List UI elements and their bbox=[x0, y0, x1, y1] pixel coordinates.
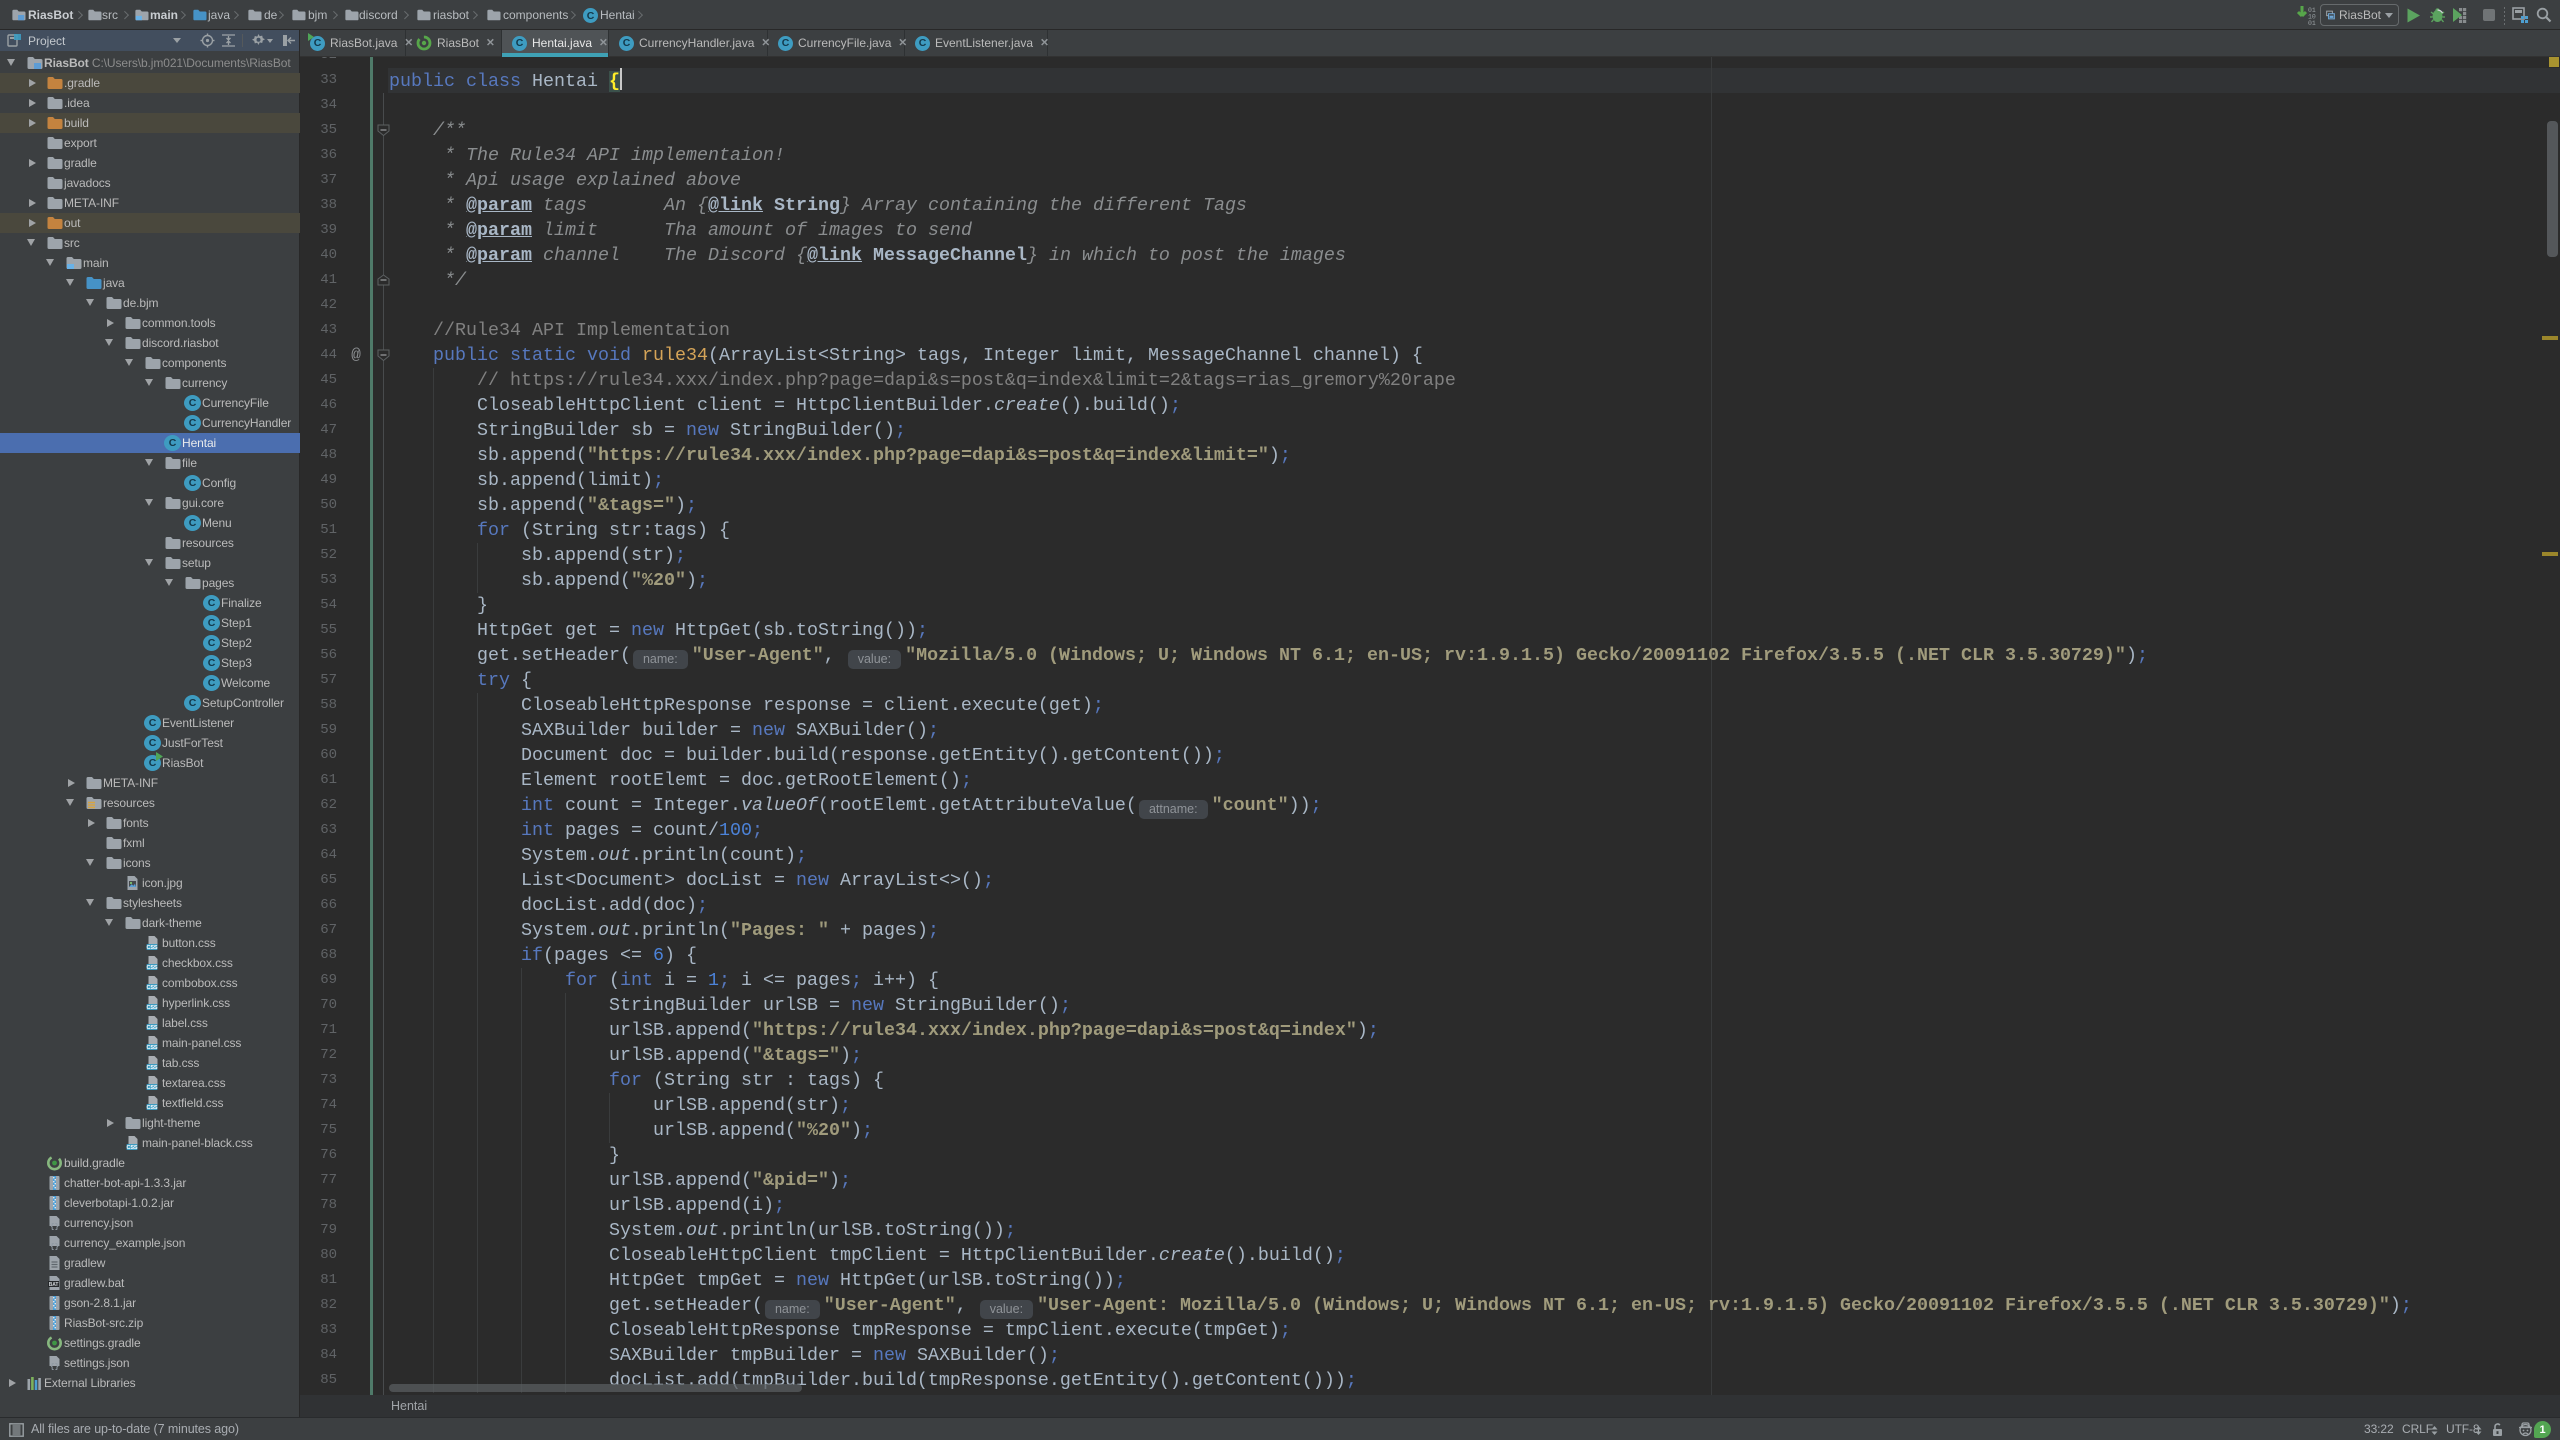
svg-text:CSS: CSS bbox=[126, 1145, 137, 1151]
svg-text:CSS: CSS bbox=[146, 1025, 157, 1031]
svg-text:CSS: CSS bbox=[146, 965, 157, 971]
svg-text:CSS: CSS bbox=[146, 1105, 157, 1111]
svg-text:{}: {} bbox=[50, 1244, 59, 1252]
svg-text:{}: {} bbox=[50, 1224, 59, 1232]
svg-text:CSS: CSS bbox=[146, 1005, 157, 1011]
svg-text:CSS: CSS bbox=[146, 1085, 157, 1091]
svg-text:01: 01 bbox=[2308, 20, 2316, 26]
svg-text:BAT: BAT bbox=[49, 1282, 59, 1288]
svg-text:CSS: CSS bbox=[146, 1065, 157, 1071]
svg-text:CSS: CSS bbox=[146, 1045, 157, 1051]
svg-text:CSS: CSS bbox=[146, 985, 157, 991]
svg-text:CSS: CSS bbox=[146, 945, 157, 951]
svg-text:{}: {} bbox=[50, 1364, 59, 1372]
